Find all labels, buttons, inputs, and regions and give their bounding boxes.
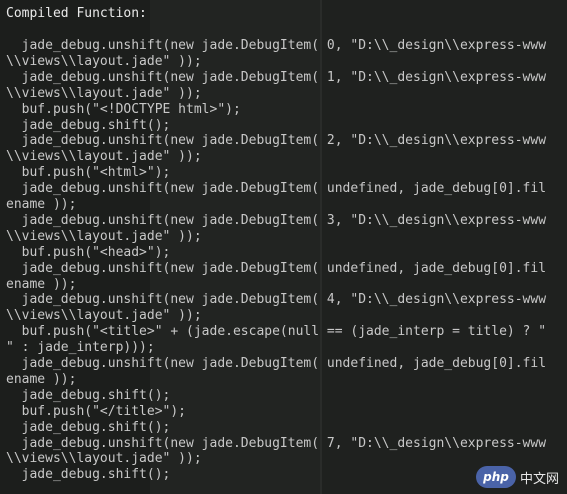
- console-code-line: ename ));: [6, 197, 77, 212]
- console-code-line: buf.push("<!DOCTYPE html>");: [6, 101, 241, 117]
- console-code-line: " : jade_interp)));: [6, 340, 155, 356]
- console-code-line: jade_debug.unshift(new jade.DebugItem( u…: [6, 356, 547, 371]
- console-code-line: \\views\\layout.jade" ));: [6, 149, 202, 165]
- watermark-site-text: 中文网: [519, 471, 559, 487]
- console-code-line: \\views\\layout.jade" ));: [6, 85, 202, 101]
- console-code-line: \\views\\layout.jade" ));: [6, 451, 202, 467]
- console-code-line: jade_debug.shift();: [6, 419, 171, 435]
- console-code-line: \\views\\layout.jade" ));: [6, 308, 202, 324]
- console-code-line: jade_debug.shift();: [6, 387, 171, 403]
- console-code-line: ename ));: [6, 371, 77, 387]
- php-logo: php: [475, 466, 516, 488]
- console-code-line: jade_debug.shift();: [6, 117, 171, 133]
- console-code-line: jade_debug.shift();: [6, 467, 171, 483]
- console-code-line: jade_debug.unshift(new jade.DebugItem( 3…: [6, 212, 547, 228]
- console-code-line: \\views\\layout.jade" ));: [6, 228, 202, 244]
- console-code-line: \\views\\layout.jade" ));: [6, 53, 202, 69]
- console-code-line: buf.push("<html>");: [6, 165, 171, 181]
- console-code-line: ename ));: [6, 276, 77, 292]
- console-code-line: buf.push("<title>" + (jade.escape(null =…: [6, 324, 547, 340]
- console-code-line: jade_debug.unshift(new jade.DebugItem( u…: [6, 260, 547, 276]
- console-code-line: buf.push("<head>");: [6, 244, 171, 260]
- terminal-window: Compiled Function: jade_debug.unshift(ne…: [0, 0, 567, 494]
- console-code-line: jade_debug.unshift(new jade.DebugItem( 1…: [6, 69, 547, 85]
- console-header: Compiled Function:: [6, 6, 147, 21]
- console-code-line: jade_debug.unshift(new jade.DebugItem( 7…: [6, 435, 547, 451]
- console-code-line: jade_debug.unshift(new jade.DebugItem( 2…: [6, 133, 547, 149]
- console-code-line: jade_debug.unshift(new jade.DebugItem( 4…: [6, 292, 547, 308]
- console-output: Compiled Function: jade_debug.unshift(ne…: [0, 0, 567, 494]
- php-cn-watermark: php 中文网: [475, 466, 559, 488]
- console-code-line: buf.push("</title>");: [6, 403, 187, 419]
- console-code-line: jade_debug.unshift(new jade.DebugItem( u…: [6, 181, 547, 197]
- console-code-line: jade_debug.unshift(new jade.DebugItem( 0…: [6, 38, 547, 53]
